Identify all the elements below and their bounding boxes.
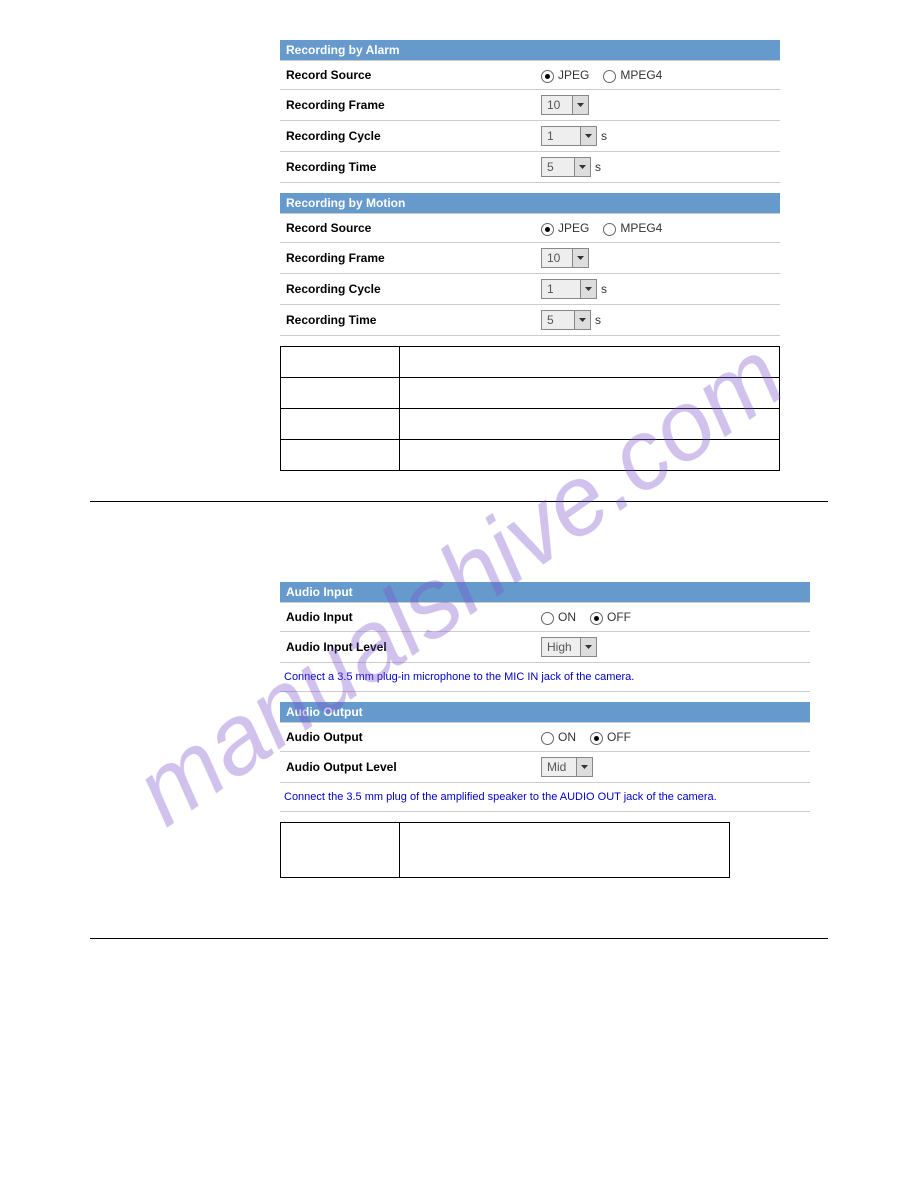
radio-label-mpeg4: MPEG4: [620, 68, 662, 82]
row-recording-frame: Recording Frame 10: [280, 242, 780, 273]
select-value: 10: [542, 96, 572, 114]
select-value: 5: [542, 158, 574, 176]
panel-title: Recording by Motion: [280, 193, 780, 213]
panel-title: Audio Output: [280, 702, 810, 722]
table-cell: [400, 440, 780, 471]
label-audio-output-level: Audio Output Level: [286, 760, 541, 774]
radio-label-on: ON: [558, 730, 576, 744]
select-value: 5: [542, 311, 574, 329]
row-record-source: Record Source JPEG MPEG4: [280, 60, 780, 89]
select-value: High: [542, 638, 580, 656]
radio-label-off: OFF: [607, 730, 631, 744]
panel-audio-input: Audio Input Audio Input ON OFF Audio Inp…: [280, 582, 810, 692]
chevron-down-icon: [580, 127, 596, 145]
row-recording-cycle: Recording Cycle 1 s: [280, 120, 780, 151]
radio-jpeg[interactable]: [541, 223, 554, 236]
label-recording-time: Recording Time: [286, 313, 541, 327]
radio-on[interactable]: [541, 732, 554, 745]
label-record-source: Record Source: [286, 221, 541, 235]
select-recording-time[interactable]: 5: [541, 157, 591, 177]
select-audio-input-level[interactable]: High: [541, 637, 597, 657]
radio-jpeg[interactable]: [541, 70, 554, 83]
chevron-down-icon: [574, 158, 590, 176]
label-audio-input: Audio Input: [286, 610, 541, 624]
suffix-s: s: [595, 160, 601, 174]
select-value: 1: [542, 127, 580, 145]
radio-mpeg4[interactable]: [603, 70, 616, 83]
radio-label-jpeg: JPEG: [558, 221, 589, 235]
select-value: 1: [542, 280, 580, 298]
chevron-down-icon: [580, 638, 596, 656]
row-recording-frame: Recording Frame 10: [280, 89, 780, 120]
radio-mpeg4[interactable]: [603, 223, 616, 236]
suffix-s: s: [601, 282, 607, 296]
chevron-down-icon: [574, 311, 590, 329]
radio-label-on: ON: [558, 610, 576, 624]
chevron-down-icon: [572, 96, 588, 114]
chevron-down-icon: [580, 280, 596, 298]
panel-recording-by-alarm: Recording by Alarm Record Source JPEG MP…: [280, 40, 780, 183]
row-recording-time: Recording Time 5 s: [280, 304, 780, 335]
row-audio-input: Audio Input ON OFF: [280, 602, 810, 631]
row-audio-output-level: Audio Output Level Mid: [280, 751, 810, 782]
label-audio-output: Audio Output: [286, 730, 541, 744]
panel-title: Audio Input: [280, 582, 810, 602]
panel-title: Recording by Alarm: [280, 40, 780, 60]
row-audio-input-level: Audio Input Level High: [280, 631, 810, 662]
radio-label-off: OFF: [607, 610, 631, 624]
row-recording-cycle: Recording Cycle 1 s: [280, 273, 780, 304]
note-audio-input: Connect a 3.5 mm plug-in microphone to t…: [280, 662, 810, 691]
label-audio-input-level: Audio Input Level: [286, 640, 541, 654]
select-value: 10: [542, 249, 572, 267]
row-recording-time: Recording Time 5 s: [280, 151, 780, 182]
select-recording-frame[interactable]: 10: [541, 248, 589, 268]
description-table: [280, 346, 780, 471]
row-record-source: Record Source JPEG MPEG4: [280, 213, 780, 242]
suffix-s: s: [601, 129, 607, 143]
select-recording-time[interactable]: 5: [541, 310, 591, 330]
radio-label-jpeg: JPEG: [558, 68, 589, 82]
radio-on[interactable]: [541, 612, 554, 625]
select-audio-output-level[interactable]: Mid: [541, 757, 593, 777]
note-audio-output: Connect the 3.5 mm plug of the amplified…: [280, 782, 810, 811]
label-record-source: Record Source: [286, 68, 541, 82]
radio-off[interactable]: [590, 612, 603, 625]
table-cell: [281, 378, 400, 409]
section-divider: [90, 938, 828, 939]
panel-audio-output: Audio Output Audio Output ON OFF Audio O…: [280, 702, 810, 812]
description-table-2: [280, 822, 730, 878]
select-recording-cycle[interactable]: 1: [541, 279, 597, 299]
select-recording-cycle[interactable]: 1: [541, 126, 597, 146]
table-cell: [281, 347, 400, 378]
panel-recording-by-motion: Recording by Motion Record Source JPEG M…: [280, 193, 780, 336]
select-recording-frame[interactable]: 10: [541, 95, 589, 115]
select-value: Mid: [542, 758, 576, 776]
chevron-down-icon: [576, 758, 592, 776]
label-recording-frame: Recording Frame: [286, 251, 541, 265]
radio-off[interactable]: [590, 732, 603, 745]
radio-label-mpeg4: MPEG4: [620, 221, 662, 235]
table-cell: [400, 409, 780, 440]
table-cell: [400, 378, 780, 409]
section-divider: [90, 501, 828, 502]
table-cell: [281, 409, 400, 440]
label-recording-frame: Recording Frame: [286, 98, 541, 112]
label-recording-cycle: Recording Cycle: [286, 129, 541, 143]
table-cell: [281, 440, 400, 471]
table-cell: [400, 347, 780, 378]
label-recording-cycle: Recording Cycle: [286, 282, 541, 296]
table-cell: [400, 823, 730, 878]
table-cell: [281, 823, 400, 878]
control-record-source: JPEG MPEG4: [541, 68, 774, 82]
suffix-s: s: [595, 313, 601, 327]
label-recording-time: Recording Time: [286, 160, 541, 174]
chevron-down-icon: [572, 249, 588, 267]
row-audio-output: Audio Output ON OFF: [280, 722, 810, 751]
